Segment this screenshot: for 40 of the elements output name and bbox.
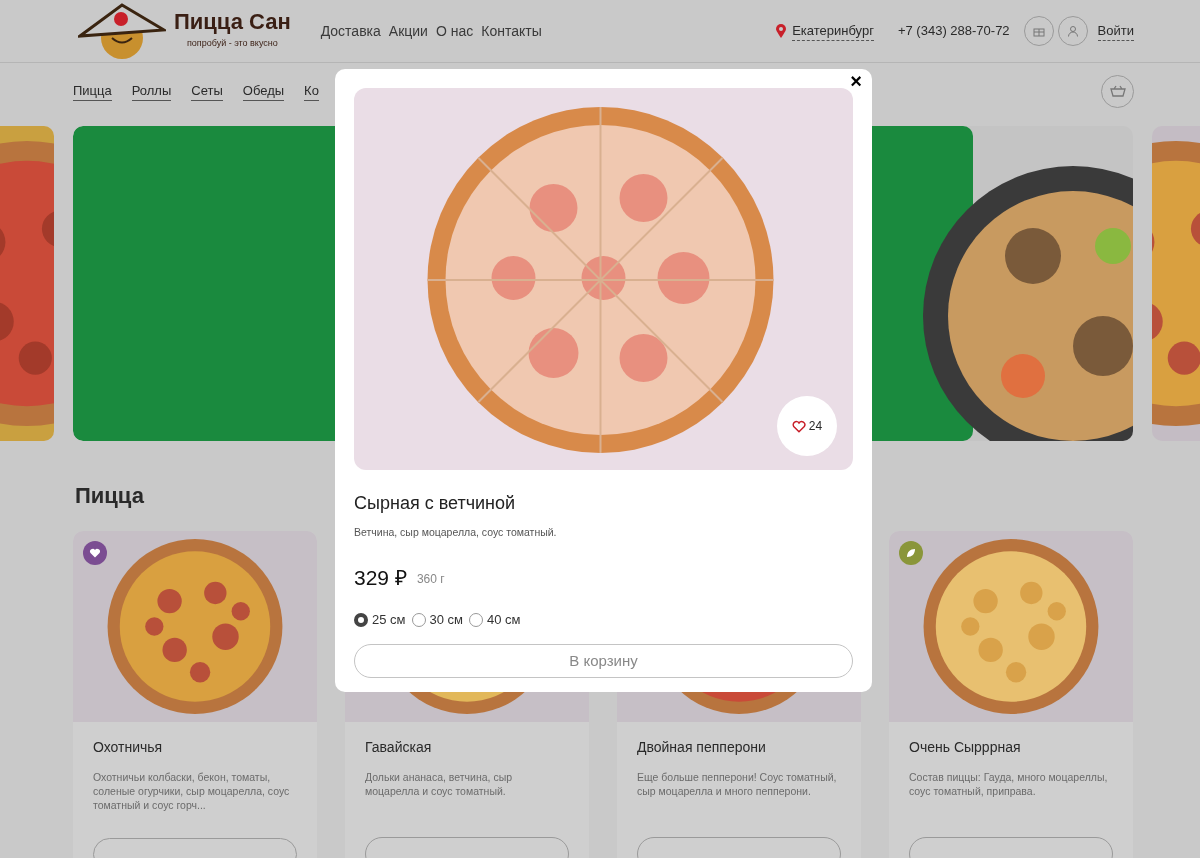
category-link[interactable]: Пицца (73, 80, 112, 102)
gift-icon (1032, 25, 1045, 37)
brand-tagline: попробуй - это вкусно (186, 37, 278, 51)
product-weight: 360 г (416, 570, 445, 588)
size-option[interactable]: 25 см (354, 609, 406, 630)
product-name: Гавайская (365, 738, 433, 757)
heart-icon (89, 547, 101, 559)
nav-link[interactable]: Доставка (320, 20, 381, 42)
section-title: Пицца (75, 485, 144, 507)
product-description: Состав пиццы: Гауда, много моцареллы, соус томатный, приправа. (909, 770, 1109, 799)
product-name: Очень Сырррная (909, 738, 1022, 757)
size-option[interactable]: 40 см (469, 609, 521, 630)
product-title: Сырная с ветчиной (354, 492, 517, 515)
product-description: Еще больше пепперони! Соус томатный, сыр моцарелла и много пепперони. (637, 770, 838, 799)
city-link[interactable]: Екатеринбург (792, 20, 874, 42)
brand-name: Пицца Сан (174, 11, 291, 34)
phone-number: +7 (343) 288-70-72 (897, 22, 1010, 41)
leaf-icon (905, 547, 917, 559)
size-option[interactable]: 30 см (411, 609, 464, 630)
close-button[interactable]: × (850, 71, 862, 91)
product-name: Двойная пепперони (637, 738, 767, 757)
category-link[interactable]: Роллы (131, 80, 172, 102)
radio-button[interactable] (354, 612, 368, 627)
product-description: Охотничьи колбаски, бекон, томаты, соленые огурчики, сыр моцарелла, соус томатный и соус горч... (93, 770, 291, 812)
nav-link[interactable]: Контакты (481, 20, 542, 42)
product-price: 329 ₽ (354, 566, 407, 588)
login-link[interactable]: Войти (1097, 20, 1134, 42)
product-description: Ветчина, сыр моцарелла, соус томатный. (354, 525, 558, 540)
location-pin-icon (776, 24, 787, 38)
nav-link[interactable]: О нас (435, 20, 474, 42)
category-link[interactable]: Обеды (242, 80, 285, 102)
category-link[interactable]: Сеты (191, 80, 223, 102)
basket-icon (1109, 85, 1126, 97)
user-icon (1066, 25, 1079, 37)
category-link[interactable]: Ко (304, 80, 319, 102)
product-name: Охотничья (93, 738, 164, 757)
radio-button[interactable] (411, 612, 426, 627)
radio-button[interactable] (469, 612, 484, 627)
nav-link[interactable]: Акции (388, 20, 428, 42)
product-description: Дольки ананаса, ветчина, сыр моцарелла и соус томатный. (365, 770, 514, 799)
